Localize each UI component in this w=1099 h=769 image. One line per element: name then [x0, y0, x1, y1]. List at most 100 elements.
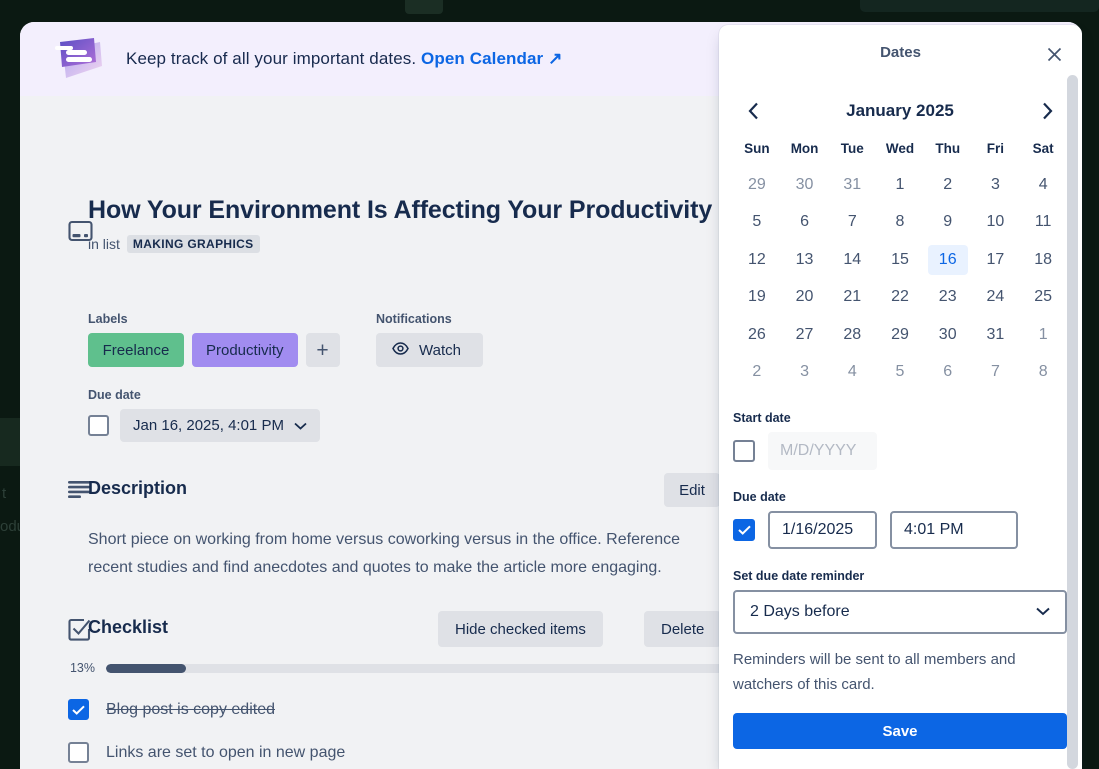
calendar-day-cell[interactable]: 5 — [876, 354, 924, 392]
calendar-day-number: 5 — [752, 213, 762, 231]
label-chip-list: Freelance Productivity + — [88, 333, 340, 367]
calendar-day-number: 21 — [843, 288, 862, 306]
calendar-day-cell[interactable]: 22 — [876, 279, 924, 317]
checklist-progress-percent: 13% — [69, 661, 95, 675]
add-label-button[interactable]: + — [305, 333, 340, 367]
calendar-day-number: 7 — [990, 363, 1000, 381]
list-name-chip[interactable]: MAKING GRAPHICS — [126, 235, 260, 253]
save-button[interactable]: Save — [733, 713, 1067, 749]
checklist-item-checkbox[interactable] — [68, 742, 89, 763]
calendar-day-number: 4 — [847, 363, 857, 381]
calendar-day-cell[interactable]: 21 — [828, 279, 876, 317]
calendar-day-cell[interactable]: 29 — [876, 316, 924, 354]
close-icon[interactable] — [1041, 41, 1067, 67]
reminder-select[interactable]: 2 Days before — [733, 590, 1067, 634]
calendar-day-cell[interactable]: 25 — [1019, 279, 1067, 317]
reminder-selected-value: 2 Days before — [750, 603, 850, 620]
labels-section-label: Labels — [88, 312, 128, 326]
calendar-day-cell[interactable]: 17 — [972, 241, 1020, 279]
calendar-day-cell[interactable]: 3 — [972, 166, 1020, 204]
watch-button[interactable]: Watch — [376, 333, 483, 367]
calendar-day-cell[interactable]: 4 — [1019, 166, 1067, 204]
due-date-row: Jan 16, 2025, 4:01 PM — [88, 409, 320, 442]
checklist-item: Blog post is copy edited — [68, 688, 728, 731]
calendar-day-cell[interactable]: 16 — [924, 241, 972, 279]
checklist-item-checkbox[interactable] — [68, 699, 89, 720]
calendar-day-cell[interactable]: 10 — [972, 204, 1020, 242]
calendar-day-cell[interactable]: 2 — [733, 354, 781, 392]
calendar-day-cell[interactable]: 31 — [972, 316, 1020, 354]
calendar-day-number: 1 — [895, 175, 905, 193]
calendar-day-number: 23 — [938, 288, 957, 306]
calendar-day-number: 15 — [891, 250, 909, 268]
calendar-day-number: 9 — [943, 213, 953, 231]
calendar-day-cell[interactable]: 26 — [733, 316, 781, 354]
calendar-day-cell[interactable]: 24 — [972, 279, 1020, 317]
start-date-input[interactable]: M/D/YYYY — [768, 432, 877, 470]
calendar-day-cell[interactable]: 2 — [924, 166, 972, 204]
open-calendar-link[interactable]: Open Calendar ↗ — [421, 49, 562, 68]
due-date-value-button[interactable]: Jan 16, 2025, 4:01 PM — [120, 409, 320, 442]
banner-message-text: Keep track of all your important dates. — [126, 49, 417, 68]
calendar-day-cell[interactable]: 31 — [828, 166, 876, 204]
calendar-day-cell[interactable]: 7 — [972, 354, 1020, 392]
hide-checked-items-button[interactable]: Hide checked items — [438, 611, 603, 647]
due-date-checkbox-popover[interactable] — [733, 519, 755, 541]
eye-icon — [392, 341, 409, 359]
calendar-day-cell[interactable]: 14 — [828, 241, 876, 279]
calendar-day-number: 8 — [895, 213, 905, 231]
calendar-day-cell[interactable]: 13 — [781, 241, 829, 279]
due-date-date-input[interactable]: 1/16/2025 — [768, 511, 877, 549]
due-date-section-label: Due date — [88, 388, 141, 402]
calendar-day-cell[interactable]: 30 — [924, 316, 972, 354]
board-top-chip — [405, 0, 443, 14]
calendar-day-number: 3 — [990, 175, 1000, 193]
calendar-day-cell[interactable]: 8 — [1019, 354, 1067, 392]
calendar-day-cell[interactable]: 28 — [828, 316, 876, 354]
calendar-month-label: January 2025 — [846, 101, 954, 120]
chevron-right-icon[interactable] — [1032, 96, 1062, 126]
calendar-day-cell[interactable]: 6 — [781, 204, 829, 242]
calendar-day-cell[interactable]: 29 — [733, 166, 781, 204]
calendar-day-cell[interactable]: 1 — [1019, 316, 1067, 354]
calendar-day-cell[interactable]: 6 — [924, 354, 972, 392]
due-date-time-input[interactable]: 4:01 PM — [890, 511, 1018, 549]
calendar-day-cell[interactable]: 5 — [733, 204, 781, 242]
due-date-value: Jan 16, 2025, 4:01 PM — [133, 417, 284, 434]
calendar-day-cell[interactable]: 27 — [781, 316, 829, 354]
calendar-day-cell[interactable]: 3 — [781, 354, 829, 392]
calendar-day-number: 4 — [1038, 175, 1048, 193]
calendar-day-cell[interactable]: 4 — [828, 354, 876, 392]
calendar-day-cell[interactable]: 1 — [876, 166, 924, 204]
calendar-day-number: 6 — [943, 363, 953, 381]
popover-scrollbar[interactable] — [1067, 75, 1078, 769]
calendar-day-cell[interactable]: 30 — [781, 166, 829, 204]
checklist-item-label[interactable]: Blog post is copy edited — [106, 701, 275, 719]
calendar-day-cell[interactable]: 15 — [876, 241, 924, 279]
calendar-day-cell[interactable]: 18 — [1019, 241, 1067, 279]
calendar-day-cell[interactable]: 12 — [733, 241, 781, 279]
calendar-day-cell[interactable]: 7 — [828, 204, 876, 242]
edit-description-button[interactable]: Edit — [664, 473, 720, 507]
calendar-day-number: 19 — [747, 288, 766, 306]
calendar-day-cell[interactable]: 8 — [876, 204, 924, 242]
calendar-day-cell[interactable]: 20 — [781, 279, 829, 317]
label-chip-productivity[interactable]: Productivity — [192, 333, 298, 367]
delete-checklist-button[interactable]: Delete — [644, 611, 722, 647]
label-chip-freelance[interactable]: Freelance — [88, 333, 184, 367]
start-date-checkbox[interactable] — [733, 440, 755, 462]
description-body[interactable]: Short piece on working from home versus … — [88, 526, 710, 582]
checklist-item-label[interactable]: Links are set to open in new page — [106, 744, 345, 762]
calendar-day-number: 18 — [1034, 250, 1053, 268]
checklist-items: Blog post is copy edited Links are set to… — [68, 688, 728, 769]
calendar-day-cell[interactable]: 19 — [733, 279, 781, 317]
checklist-item: Links are set to open in new page — [68, 731, 728, 769]
calendar-day-cell[interactable]: 23 — [924, 279, 972, 317]
chevron-left-icon[interactable] — [738, 96, 768, 126]
calendar-day-cell[interactable]: 11 — [1019, 204, 1067, 242]
due-date-checkbox[interactable] — [88, 415, 109, 436]
calendar-day-number: 17 — [986, 250, 1005, 268]
calendar-day-cell[interactable]: 9 — [924, 204, 972, 242]
breadcrumb: in list MAKING GRAPHICS — [88, 235, 260, 253]
calendar-day-number: 31 — [986, 325, 1005, 343]
